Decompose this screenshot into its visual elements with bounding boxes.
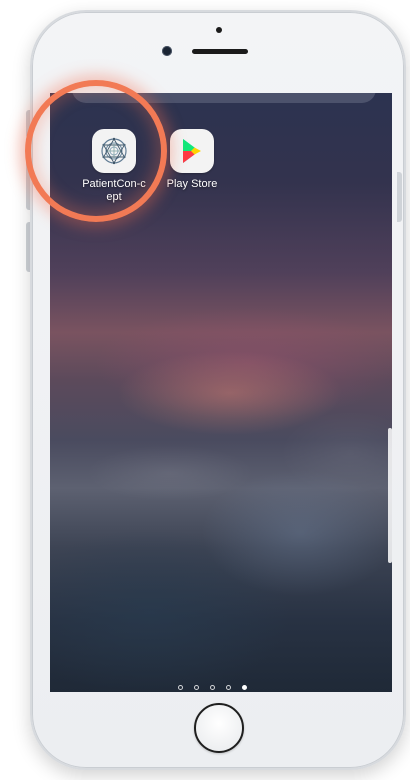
home-screen: PatientCon-cept Play Store — [50, 93, 392, 692]
page-dot[interactable] — [210, 685, 215, 690]
proximity-sensor — [216, 27, 222, 33]
patientconcept-logo-graphic — [101, 137, 127, 165]
page-indicator — [178, 685, 247, 690]
app-patientconcept[interactable]: PatientCon-cept — [74, 129, 154, 204]
page-dot-active[interactable] — [242, 685, 247, 690]
app-play-store[interactable]: Play Store — [152, 129, 232, 191]
power-button — [397, 172, 402, 222]
play-store-icon[interactable] — [170, 129, 214, 173]
edge-panel-handle[interactable] — [388, 428, 392, 563]
app-tutorial-stage: PatientCon-cept Play Store — [0, 0, 410, 780]
app-label-patientconcept: PatientCon-cept — [82, 178, 146, 203]
home-button[interactable] — [194, 703, 244, 753]
earpiece-speaker — [192, 49, 248, 54]
page-dot[interactable] — [178, 685, 183, 690]
page-dot[interactable] — [194, 685, 199, 690]
page-dot[interactable] — [226, 685, 231, 690]
patientconcept-logo-icon[interactable] — [92, 129, 136, 173]
app-label-play-store: Play Store — [166, 178, 218, 190]
front-camera — [162, 46, 172, 56]
search-bar-edge[interactable] — [72, 93, 376, 103]
play-store-graphic — [183, 139, 201, 163]
